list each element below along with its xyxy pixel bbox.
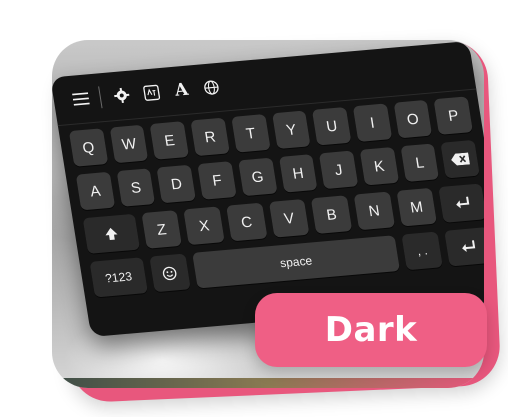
- key-r[interactable]: R: [190, 117, 230, 157]
- punctuation-key[interactable]: , .: [401, 231, 444, 271]
- globe-icon[interactable]: [194, 71, 229, 103]
- key-d[interactable]: D: [156, 164, 197, 204]
- symbols-key[interactable]: ?123: [89, 257, 148, 298]
- key-q[interactable]: A: [75, 171, 115, 211]
- translate-icon[interactable]: [134, 77, 169, 109]
- key-l[interactable]: L: [400, 143, 440, 183]
- font-icon-glyph: A: [173, 79, 190, 101]
- key-t[interactable]: T: [231, 114, 271, 153]
- key-v[interactable]: V: [268, 198, 310, 238]
- enter-key-bottom[interactable]: [444, 227, 484, 267]
- key-m[interactable]: M: [395, 187, 438, 227]
- key-i[interactable]: I: [352, 103, 392, 142]
- key-j[interactable]: J: [319, 150, 359, 190]
- key-f[interactable]: F: [197, 161, 237, 200]
- emoji-key[interactable]: [148, 253, 191, 293]
- backspace-key[interactable]: [440, 139, 480, 179]
- shift-key[interactable]: [82, 213, 140, 254]
- key-c[interactable]: C: [226, 202, 268, 242]
- space-key[interactable]: space: [192, 235, 401, 289]
- shift-icon: [105, 227, 118, 241]
- key-n[interactable]: N: [353, 191, 395, 231]
- gear-icon[interactable]: [104, 79, 139, 111]
- emoji-icon: [163, 266, 177, 280]
- background-strip: [52, 378, 484, 388]
- key-y[interactable]: Y: [271, 110, 311, 150]
- enter-key[interactable]: [438, 183, 484, 223]
- toolbar-divider: [98, 86, 103, 109]
- key-o[interactable]: O: [393, 99, 433, 139]
- key-g[interactable]: G: [237, 157, 278, 197]
- key-z[interactable]: Z: [141, 210, 183, 249]
- enter-icon: [462, 240, 476, 252]
- key-e[interactable]: E: [149, 121, 190, 160]
- key-w[interactable]: W: [109, 124, 149, 164]
- key-h[interactable]: H: [278, 154, 318, 193]
- key-k[interactable]: K: [359, 146, 399, 186]
- key-q[interactable]: Q: [68, 128, 109, 167]
- key-s[interactable]: S: [116, 168, 156, 207]
- backspace-icon: [451, 152, 471, 166]
- key-p[interactable]: P: [433, 96, 473, 135]
- font-icon[interactable]: A: [164, 74, 199, 106]
- key-u[interactable]: U: [312, 106, 352, 146]
- enter-icon: [455, 196, 469, 209]
- key-b[interactable]: B: [311, 195, 353, 234]
- key-x[interactable]: X: [183, 206, 225, 246]
- theme-badge: Dark: [255, 293, 487, 367]
- menu-icon[interactable]: [64, 83, 99, 115]
- theme-badge-label: Dark: [324, 310, 418, 350]
